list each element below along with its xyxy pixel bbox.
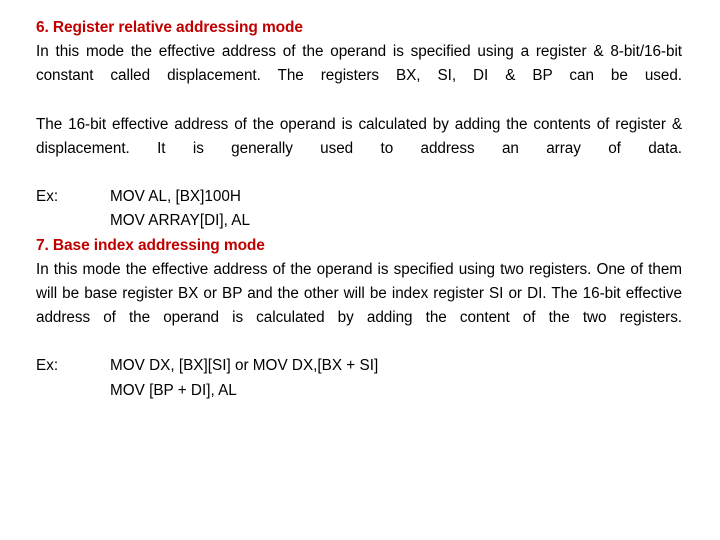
- section-6-example-line-2: Ex: MOV ARRAY[DI], AL: [36, 209, 682, 233]
- section-7-example-line-2: Ex: MOV [BP + DI], AL: [36, 379, 682, 403]
- section-base-index-addressing: 7. Base index addressing mode In this mo…: [36, 234, 682, 403]
- section-6-paragraph-2: The 16-bit effective address of the oper…: [36, 115, 682, 157]
- section-7-paragraph-1: In this mode the effective address of th…: [36, 260, 682, 327]
- section-6-example-line-1: Ex: MOV AL, [BX]100H: [36, 185, 682, 209]
- example-label-7: Ex:: [36, 357, 59, 375]
- example-code-6-2: MOV ARRAY[DI], AL: [110, 212, 250, 230]
- section-heading-7: 7. Base index addressing mode: [36, 236, 265, 254]
- slide-content-area: 6. Register relative addressing mode In …: [0, 0, 720, 540]
- section-heading-6: 6. Register relative addressing mode: [36, 19, 303, 36]
- example-code-7-2: MOV [BP + DI], AL: [110, 381, 237, 399]
- example-code-6-1: MOV AL, [BX]100H: [110, 188, 241, 206]
- section-register-relative-addressing: 6. Register relative addressing mode In …: [36, 16, 682, 234]
- example-label-6: Ex:: [36, 188, 59, 206]
- example-code-7-1: MOV DX, [BX][SI] or MOV DX,[BX + SI]: [110, 357, 379, 375]
- section-6-paragraph-1: In this mode the effective address of th…: [36, 43, 682, 85]
- section-7-example-line-1: Ex: MOV DX, [BX][SI] or MOV DX,[BX + SI]: [36, 354, 682, 378]
